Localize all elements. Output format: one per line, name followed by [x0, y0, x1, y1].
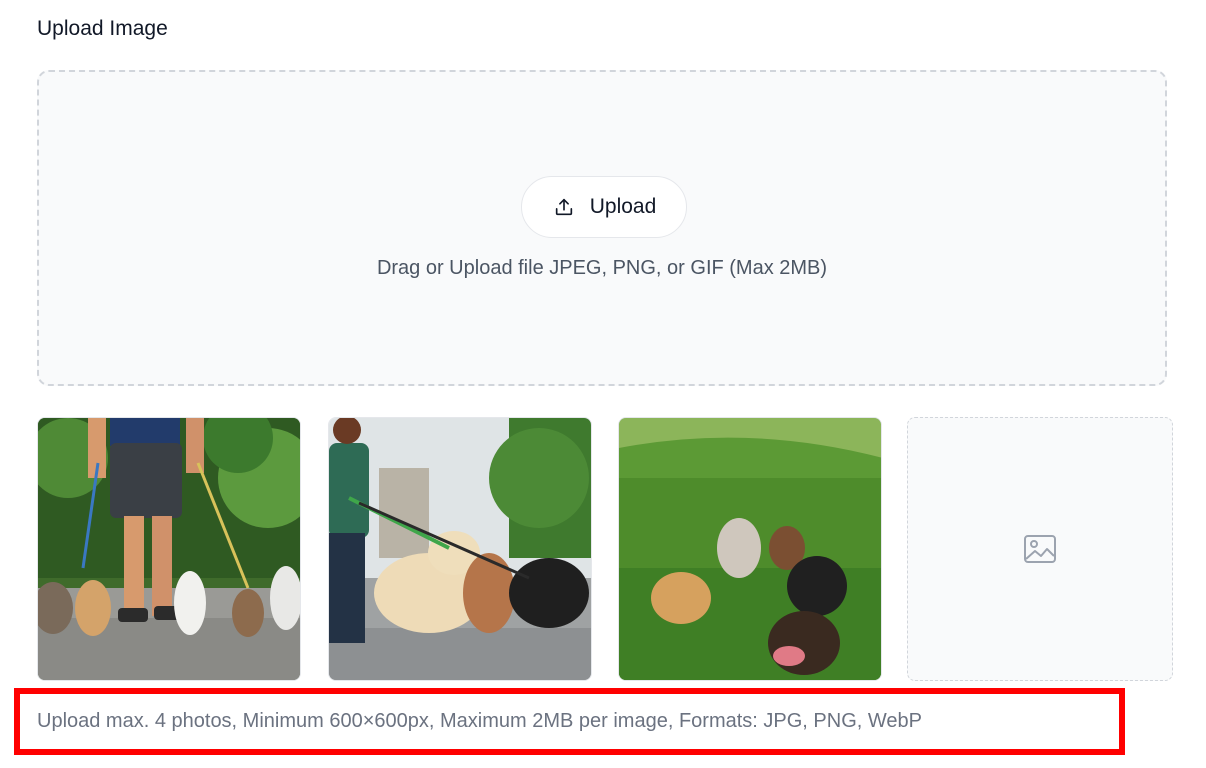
upload-button[interactable]: Upload: [521, 176, 687, 238]
thumbnail-2[interactable]: [328, 417, 592, 681]
upload-requirements-note: Upload max. 4 photos, Minimum 600×600px,…: [14, 688, 1125, 755]
thumbnail-1[interactable]: [37, 417, 301, 681]
upload-icon: [552, 195, 576, 219]
upload-dropzone[interactable]: Upload Drag or Upload file JPEG, PNG, or…: [37, 70, 1167, 386]
section-title: Upload Image: [37, 17, 168, 40]
thumbnail-grid: [37, 417, 1173, 681]
dropzone-hint: Drag or Upload file JPEG, PNG, or GIF (M…: [376, 257, 828, 279]
dogs-on-grass-photo: [619, 418, 881, 680]
dog-walker-photo: [38, 418, 300, 680]
woman-walking-dogs-photo: [329, 418, 591, 680]
requirements-text: Upload max. 4 photos, Minimum 600×600px,…: [37, 710, 922, 732]
empty-thumbnail-slot[interactable]: [907, 417, 1173, 681]
upload-button-label: Upload: [589, 195, 657, 218]
upload-image-section: Upload Image Upload Drag or Upload file …: [0, 0, 1206, 768]
image-placeholder-icon: [1023, 534, 1057, 564]
thumbnail-3[interactable]: [618, 417, 882, 681]
